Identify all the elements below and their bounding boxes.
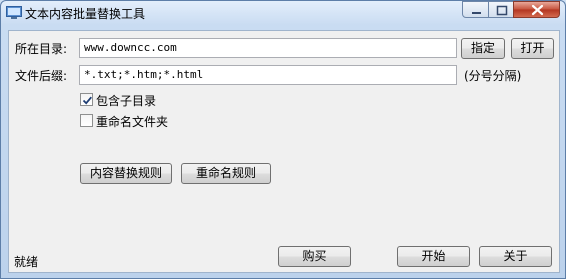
include-subdirs-label[interactable]: 包含子目录 bbox=[96, 92, 156, 109]
about-button[interactable]: 关于 bbox=[479, 246, 552, 267]
minimize-button[interactable] bbox=[462, 1, 489, 18]
open-button[interactable]: 打开 bbox=[511, 38, 554, 59]
buy-button[interactable]: 购买 bbox=[278, 246, 351, 267]
rename-folders-checkbox[interactable] bbox=[80, 114, 93, 127]
title-bar[interactable]: 文本内容批量替换工具 bbox=[1, 1, 565, 23]
content-replace-rules-button[interactable]: 内容替换规则 bbox=[80, 163, 172, 184]
dialog-body: 所在目录: www.downcc.com 指定 打开 文件后缀: *.txt;*… bbox=[8, 30, 560, 273]
close-button[interactable] bbox=[513, 1, 560, 18]
status-text: 就绪 bbox=[14, 255, 39, 269]
minimize-icon bbox=[472, 12, 481, 14]
close-icon bbox=[531, 4, 544, 16]
maximize-button[interactable] bbox=[488, 1, 514, 18]
rename-rules-button[interactable]: 重命名规则 bbox=[181, 163, 271, 184]
extension-hint: (分号分隔) bbox=[464, 69, 522, 83]
extension-label: 文件后缀: bbox=[15, 69, 68, 83]
specify-button[interactable]: 指定 bbox=[461, 38, 505, 59]
include-subdirs-checkbox[interactable] bbox=[80, 93, 93, 106]
checkmark-icon bbox=[82, 96, 92, 105]
window-title: 文本内容批量替换工具 bbox=[25, 7, 146, 21]
extension-input[interactable]: *.txt;*.htm;*.html bbox=[79, 65, 457, 85]
rename-folders-label[interactable]: 重命名文件夹 bbox=[96, 113, 168, 130]
directory-input[interactable]: www.downcc.com bbox=[79, 38, 457, 58]
maximize-icon bbox=[496, 5, 508, 16]
start-button[interactable]: 开始 bbox=[397, 246, 470, 267]
directory-label: 所在目录: bbox=[15, 42, 68, 56]
app-window: 文本内容批量替换工具 所在目录: www.downcc.com 指定 打开 文件… bbox=[0, 0, 566, 279]
app-icon bbox=[6, 4, 22, 19]
